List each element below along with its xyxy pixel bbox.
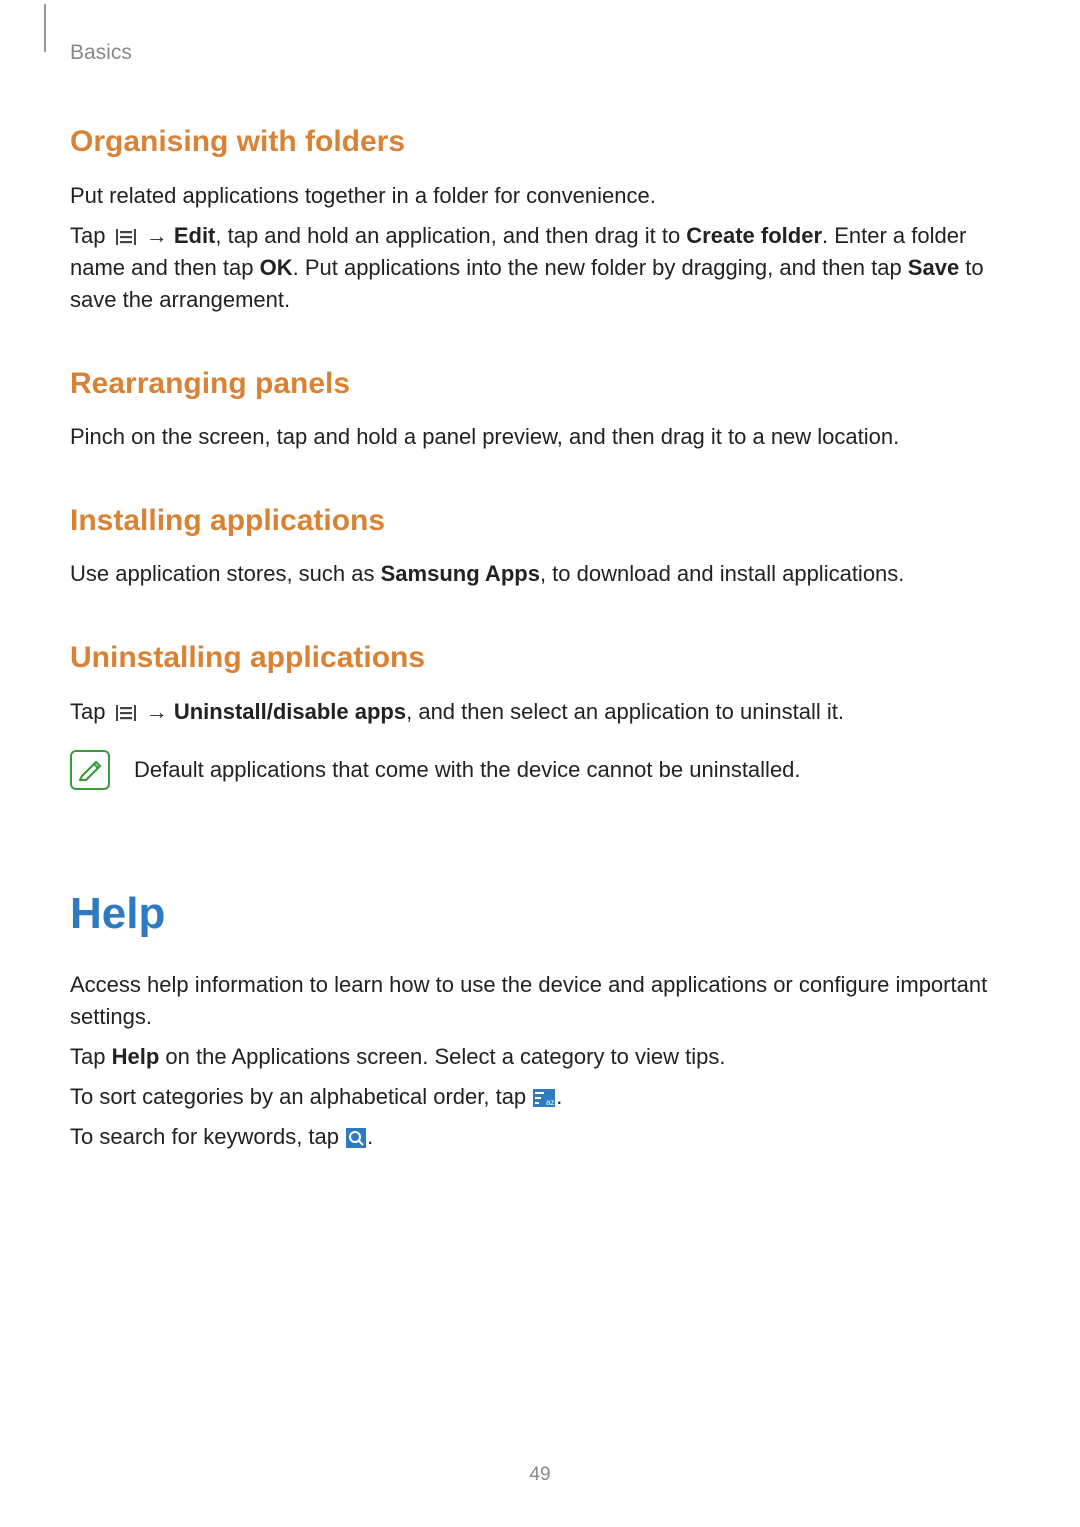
body-text: Use application stores, such as Samsung … [70,558,1010,590]
body-text: To sort categories by an alphabetical or… [70,1081,1010,1113]
search-icon [346,1128,366,1148]
text: , tap and hold an application, and then … [215,223,686,248]
menu-icon [114,704,138,722]
text: → [140,223,174,248]
text: Tap [70,1044,112,1069]
heading-rearranging: Rearranging panels [70,362,1010,406]
header-marker [44,4,46,52]
breadcrumb: Basics [70,38,1010,68]
body-text: Tap → Uninstall/disable apps, and then s… [70,696,1010,728]
heading-uninstalling: Uninstalling applications [70,636,1010,680]
page-content: Basics Organising with folders Put relat… [0,0,1080,1153]
svg-text:az: az [546,1098,554,1107]
text-bold: Save [908,255,959,280]
note-icon [70,750,110,790]
text: . [556,1084,562,1109]
text-bold: Help [112,1044,160,1069]
body-text: Access help information to learn how to … [70,969,1010,1033]
text: , and then select an application to unin… [406,699,844,724]
heading-help: Help [70,882,1010,946]
text-bold: Create folder [686,223,822,248]
heading-installing: Installing applications [70,499,1010,543]
text: Tap [70,223,112,248]
text-bold: Uninstall/disable apps [174,699,406,724]
text: Use application stores, such as [70,561,381,586]
note-row: Default applications that come with the … [70,750,1010,790]
note-text: Default applications that come with the … [134,754,801,786]
page-number: 49 [0,1461,1080,1489]
body-text: Tap → Edit, tap and hold an application,… [70,220,1010,316]
menu-icon [114,228,138,246]
body-text: Pinch on the screen, tap and hold a pane… [70,421,1010,453]
text: on the Applications screen. Select a cat… [159,1044,725,1069]
text: To sort categories by an alphabetical or… [70,1084,532,1109]
text-bold: OK [260,255,293,280]
text: Tap [70,699,112,724]
body-text: To search for keywords, tap . [70,1121,1010,1153]
sort-az-icon: az [533,1089,555,1107]
text-bold: Edit [174,223,216,248]
text: → [140,699,174,724]
text: , to download and install applications. [540,561,904,586]
heading-organising: Organising with folders [70,120,1010,164]
text: . [367,1124,373,1149]
text: . Put applications into the new folder b… [293,255,908,280]
body-text: Put related applications together in a f… [70,180,1010,212]
text: To search for keywords, tap [70,1124,345,1149]
text-bold: Samsung Apps [381,561,540,586]
body-text: Tap Help on the Applications screen. Sel… [70,1041,1010,1073]
